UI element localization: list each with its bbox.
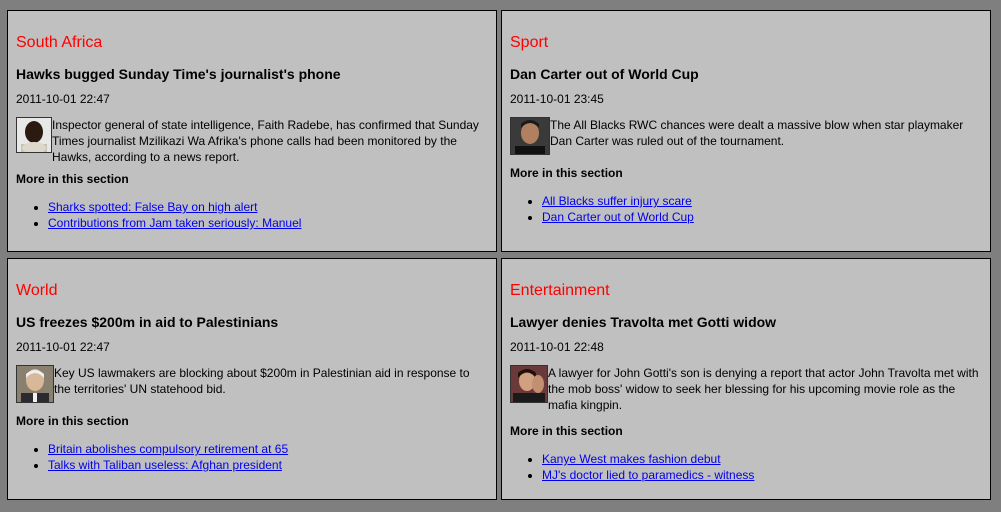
list-item: Contributions from Jam taken seriously: … — [48, 215, 488, 231]
story: The All Blacks RWC chances were dealt a … — [510, 117, 982, 155]
news-grid: South Africa Hawks bugged Sunday Time's … — [0, 0, 1001, 512]
story: Inspector general of state intelligence,… — [16, 117, 488, 165]
related-link[interactable]: Britain abolishes compulsory retirement … — [48, 442, 288, 456]
related-link[interactable]: Sharks spotted: False Bay on high alert — [48, 200, 257, 214]
section-title: Entertainment — [510, 282, 610, 299]
person-photo-icon — [510, 365, 548, 403]
more-in-section-label: More in this section — [16, 414, 129, 428]
more-in-section-label: More in this section — [510, 166, 623, 180]
more-in-section-label: More in this section — [510, 424, 623, 438]
headline: Dan Carter out of World Cup — [510, 66, 699, 82]
more-in-section-label: More in this section — [16, 172, 129, 186]
related-link[interactable]: Dan Carter out of World Cup — [542, 210, 694, 224]
list-item: All Blacks suffer injury scare — [542, 193, 982, 209]
list-item: Talks with Taliban useless: Afghan presi… — [48, 457, 488, 473]
story-summary: A lawyer for John Gotti's son is denying… — [548, 366, 979, 412]
related-links: All Blacks suffer injury scare Dan Carte… — [510, 193, 982, 225]
story-summary: Key US lawmakers are blocking about $200… — [54, 366, 470, 396]
timestamp: 2011-10-01 22:48 — [510, 340, 604, 354]
timestamp: 2011-10-01 23:45 — [510, 92, 604, 106]
timestamp: 2011-10-01 22:47 — [16, 92, 110, 106]
section-title: World — [16, 282, 58, 299]
related-links: Kanye West makes fashion debut MJ's doct… — [510, 451, 982, 483]
related-link[interactable]: MJ's doctor lied to paramedics - witness — [542, 468, 754, 482]
timestamp: 2011-10-01 22:47 — [16, 340, 110, 354]
list-item: Britain abolishes compulsory retirement … — [48, 441, 488, 457]
news-panel-entertainment: Entertainment Lawyer denies Travolta met… — [501, 258, 991, 500]
story-summary: The All Blacks RWC chances were dealt a … — [550, 118, 964, 148]
list-item: Dan Carter out of World Cup — [542, 209, 982, 225]
person-photo-icon — [16, 117, 52, 153]
related-link[interactable]: All Blacks suffer injury scare — [542, 194, 692, 208]
headline: Lawyer denies Travolta met Gotti widow — [510, 314, 777, 330]
person-photo-icon — [16, 365, 54, 403]
related-link[interactable]: Talks with Taliban useless: Afghan presi… — [48, 458, 282, 472]
story: Key US lawmakers are blocking about $200… — [16, 365, 488, 403]
story: A lawyer for John Gotti's son is denying… — [510, 365, 982, 413]
list-item: Sharks spotted: False Bay on high alert — [48, 199, 488, 215]
section-title: Sport — [510, 34, 549, 51]
news-panel-south-africa: South Africa Hawks bugged Sunday Time's … — [7, 10, 497, 252]
news-panel-world: World US freezes $200m in aid to Palesti… — [7, 258, 497, 500]
related-links: Britain abolishes compulsory retirement … — [16, 441, 488, 473]
person-photo-icon — [510, 117, 550, 155]
list-item: MJ's doctor lied to paramedics - witness — [542, 467, 982, 483]
related-link[interactable]: Kanye West makes fashion debut — [542, 452, 721, 466]
section-title: South Africa — [16, 34, 103, 51]
headline: US freezes $200m in aid to Palestinians — [16, 314, 279, 330]
related-link[interactable]: Contributions from Jam taken seriously: … — [48, 216, 301, 230]
story-summary: Inspector general of state intelligence,… — [52, 118, 479, 164]
news-panel-sport: Sport Dan Carter out of World Cup 2011-1… — [501, 10, 991, 252]
list-item: Kanye West makes fashion debut — [542, 451, 982, 467]
related-links: Sharks spotted: False Bay on high alert … — [16, 199, 488, 231]
headline: Hawks bugged Sunday Time's journalist's … — [16, 66, 341, 82]
